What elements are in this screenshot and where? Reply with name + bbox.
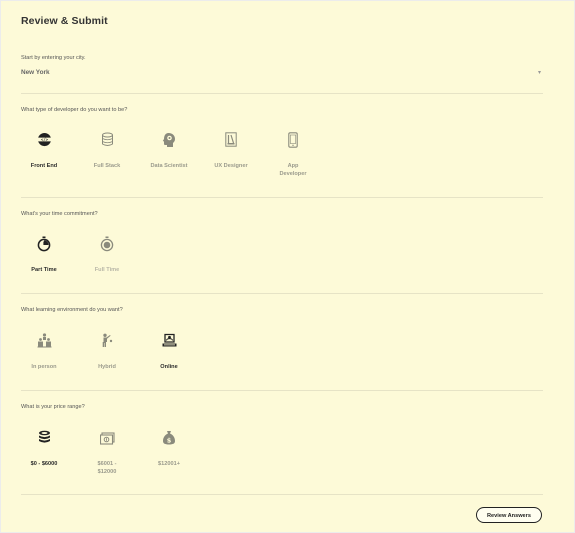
page-title: Review & Submit <box>21 15 108 27</box>
divider <box>21 293 543 294</box>
developer-question: What type of developer do you want to be… <box>21 107 128 113</box>
divider <box>21 197 543 198</box>
design-tools-icon <box>225 132 237 147</box>
option-online[interactable]: Online <box>143 333 195 371</box>
option-app-developer[interactable]: App Developer <box>267 132 319 178</box>
option-part-time[interactable]: Part Time <box>18 236 70 274</box>
option-price-mid[interactable]: $6001 - $12000 <box>81 430 133 476</box>
stopwatch-full-icon <box>100 236 114 252</box>
option-label: $0 - $6000 <box>30 461 58 467</box>
environment-question: What learning environment do you want? <box>21 307 123 313</box>
code-globe-icon: </> <box>36 132 52 147</box>
option-hybrid[interactable]: Hybrid <box>81 333 133 371</box>
option-in-person[interactable]: In person <box>18 333 70 371</box>
option-ux-designer[interactable]: UX Designer <box>205 132 257 170</box>
option-front-end[interactable]: </> Front End <box>18 132 70 170</box>
option-label: $12001+ <box>158 461 180 467</box>
price-question: What is your price range? <box>21 404 85 410</box>
option-label: Hybrid <box>98 364 116 370</box>
city-question: Start by entering your city. <box>21 55 86 61</box>
divider <box>21 93 543 94</box>
commitment-question: What's your time commitment? <box>21 211 98 217</box>
option-data-scientist[interactable]: Data Scientist <box>143 132 195 170</box>
divider <box>21 494 543 495</box>
city-input[interactable]: New York <box>21 69 50 76</box>
option-label: UX Designer <box>214 163 248 169</box>
stopwatch-icon <box>37 236 51 252</box>
option-label: App Developer <box>279 163 307 177</box>
cash-icon <box>99 432 115 445</box>
option-price-high[interactable]: $ $12001+ <box>143 430 195 468</box>
option-full-time[interactable]: Full Time <box>81 236 133 274</box>
person-presenting-icon <box>102 333 113 347</box>
head-brain-icon <box>162 133 175 147</box>
money-bag-icon: $ <box>163 431 175 445</box>
svg-text:</>: </> <box>40 137 48 142</box>
option-price-low[interactable]: $0 - $6000 <box>18 430 70 468</box>
svg-text:$: $ <box>167 436 172 444</box>
review-answers-button[interactable]: Review Answers <box>476 507 542 523</box>
option-label: Full Stack <box>93 163 121 169</box>
option-label: $6001 - $12000 <box>97 461 117 475</box>
smartphone-icon <box>288 132 298 148</box>
option-label: In person <box>31 364 57 370</box>
option-label: Data Scientist <box>150 163 188 169</box>
database-icon <box>101 132 113 146</box>
divider <box>21 390 543 391</box>
dropdown-arrow-icon[interactable]: ▾ <box>538 69 541 76</box>
classroom-icon <box>37 333 51 348</box>
option-label: Part Time <box>31 267 57 273</box>
coin-stack-icon <box>38 430 50 443</box>
option-label: Online <box>160 364 178 370</box>
option-full-stack[interactable]: Full Stack <box>81 132 133 170</box>
option-label: Full Time <box>94 267 120 273</box>
laptop-online-icon <box>162 333 176 347</box>
option-label: Front End <box>30 163 58 169</box>
